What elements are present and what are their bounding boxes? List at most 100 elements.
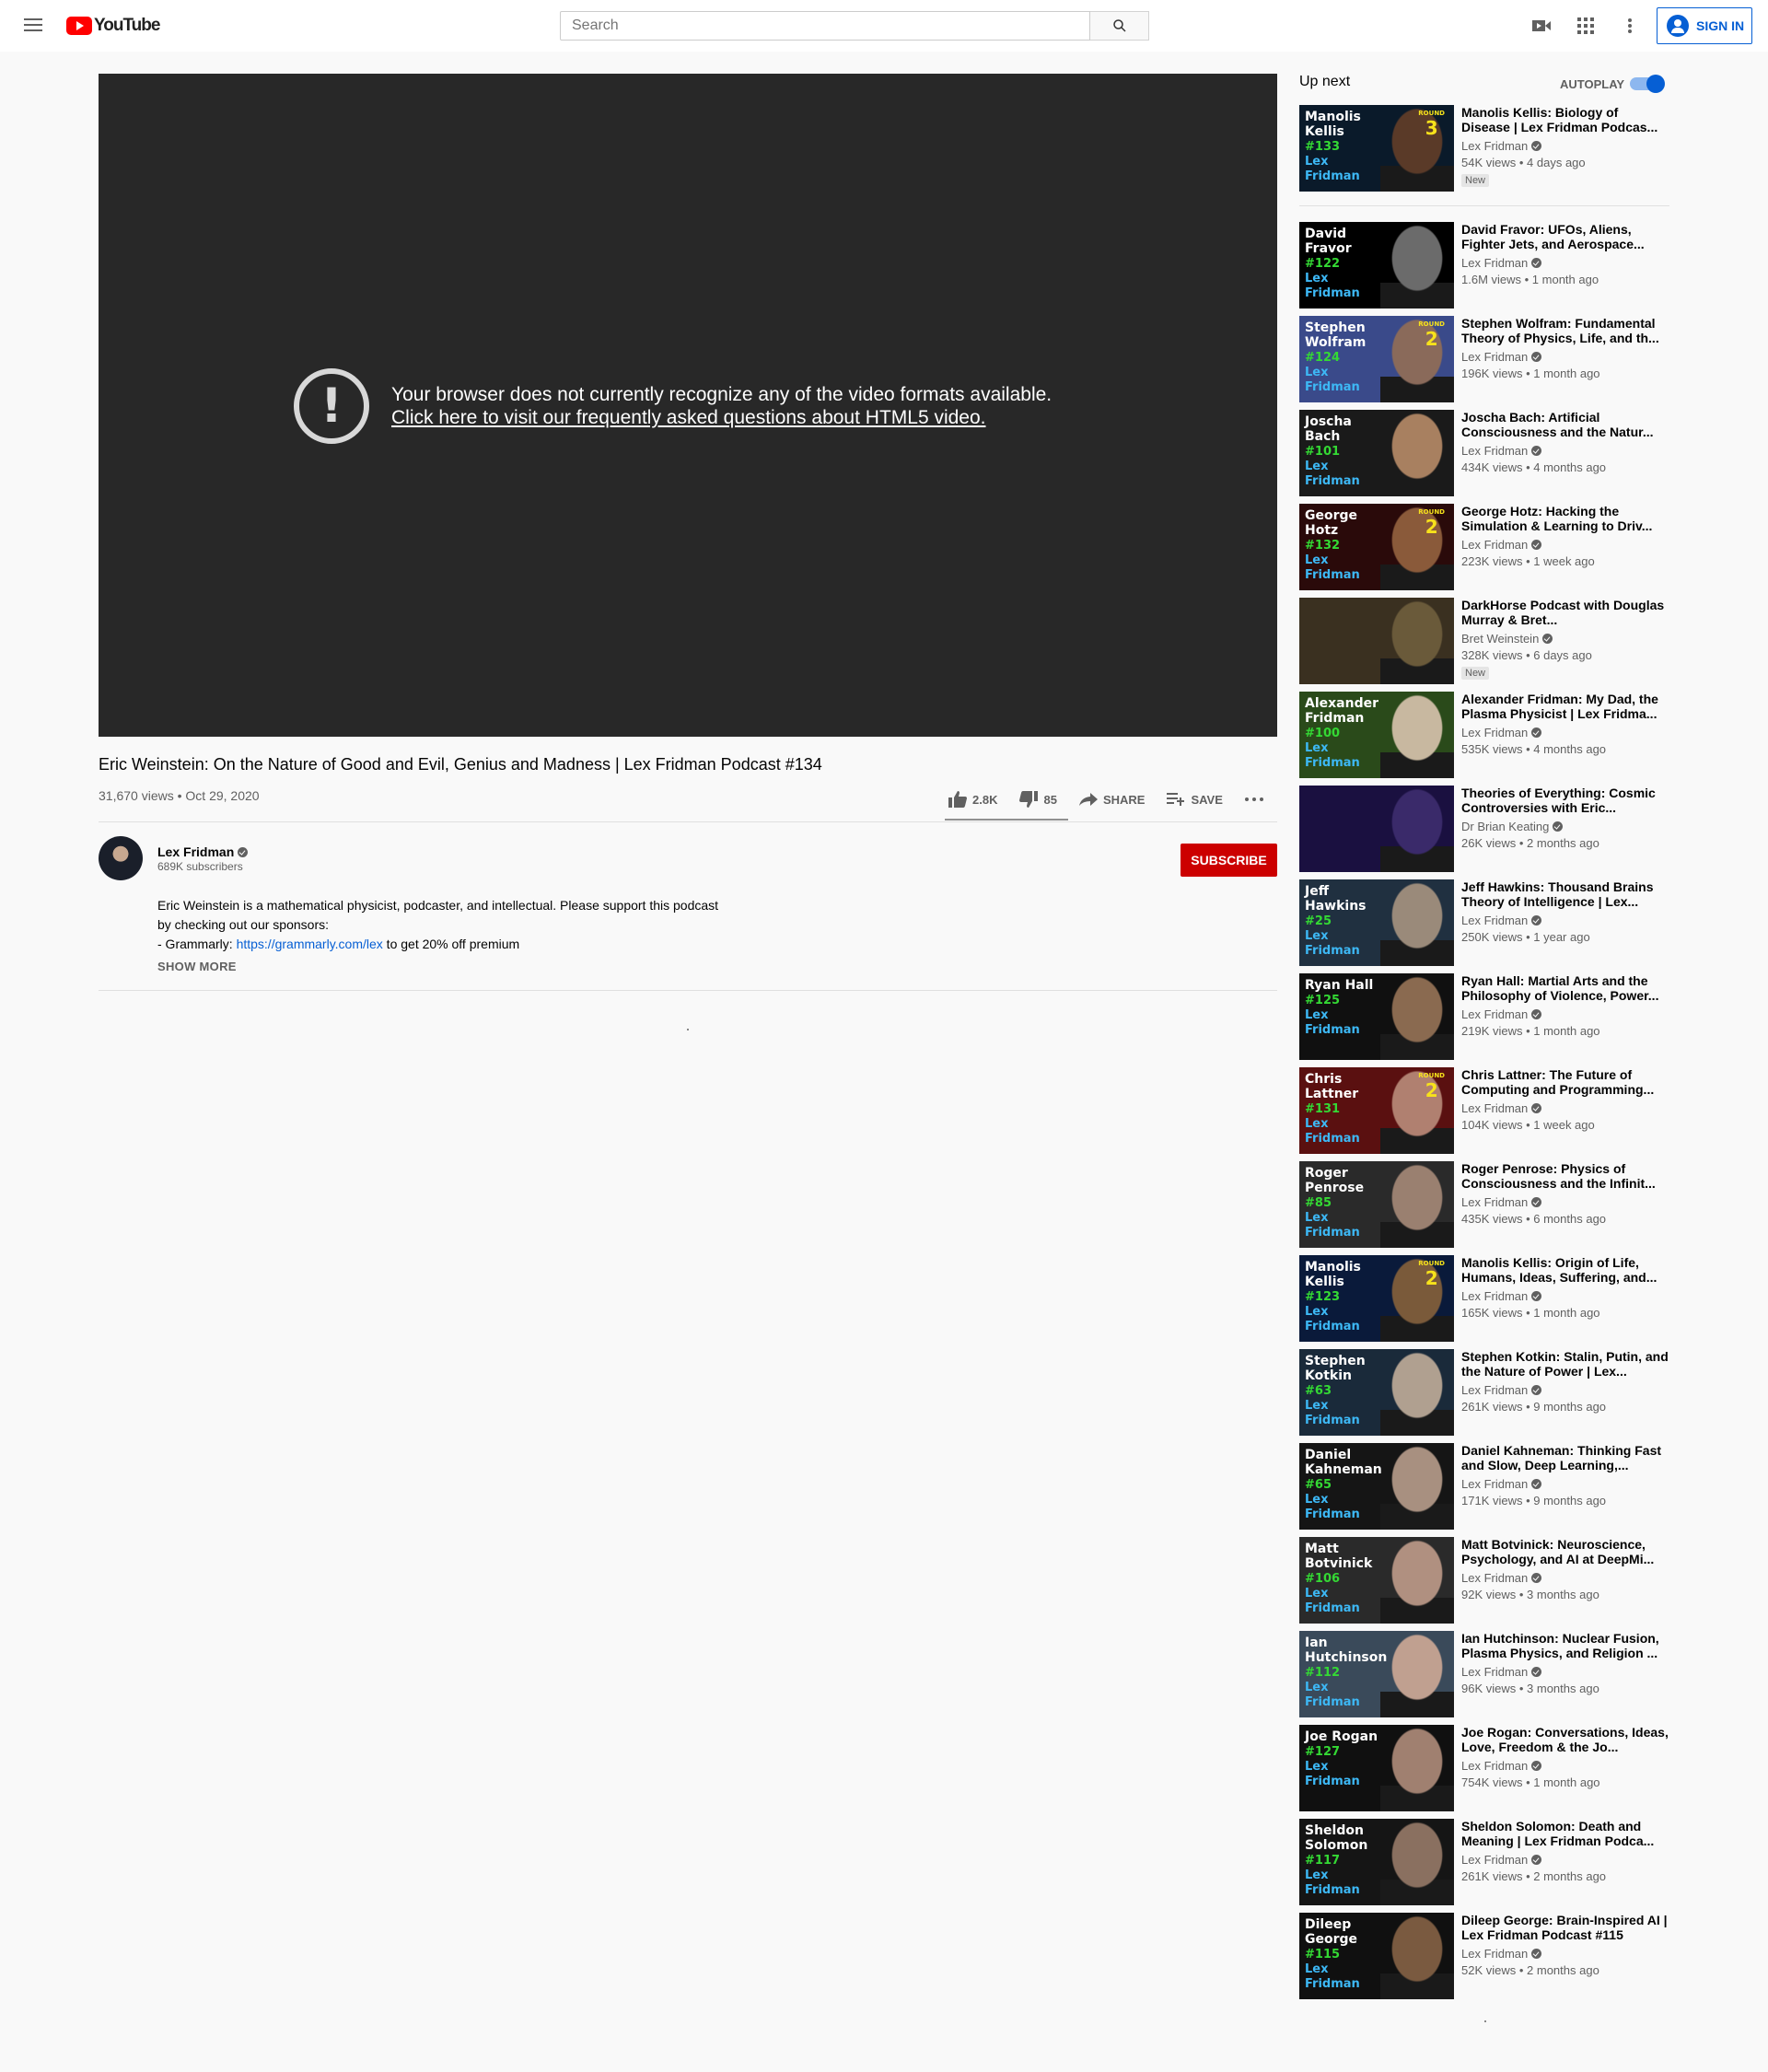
video-title[interactable]: Stephen Kotkin: Stalin, Putin, and the N…: [1461, 1349, 1669, 1379]
related-video-item[interactable]: Roger Penrose #85 Lex Fridman Roger Penrose…: [1299, 1161, 1669, 1248]
video-thumbnail[interactable]: George Hotz #132 Lex Fridman ROUND 2: [1299, 504, 1454, 590]
channel-name[interactable]: Lex Fridman: [157, 844, 249, 859]
video-title[interactable]: Sheldon Solomon: Death and Meaning | Lex…: [1461, 1819, 1669, 1848]
like-button[interactable]: 2.8K: [948, 791, 997, 808]
video-title[interactable]: Ian Hutchinson: Nuclear Fusion, Plasma P…: [1461, 1631, 1669, 1660]
video-title[interactable]: Stephen Wolfram: Fundamental Theory of P…: [1461, 316, 1669, 345]
grammarly-link[interactable]: https://grammarly.com/lex: [237, 937, 383, 951]
video-player[interactable]: ! Your browser does not currently recogn…: [99, 74, 1277, 737]
video-thumbnail[interactable]: Dileep George #115 Lex Fridman: [1299, 1913, 1454, 1999]
video-thumbnail[interactable]: [1299, 786, 1454, 872]
apps-grid-icon[interactable]: [1575, 15, 1597, 37]
channel-link[interactable]: Lex Fridman: [1461, 255, 1669, 272]
channel-link[interactable]: Bret Weinstein: [1461, 631, 1669, 647]
video-thumbnail[interactable]: David Fravor #122 Lex Fridman: [1299, 222, 1454, 308]
search-button[interactable]: [1090, 11, 1149, 41]
channel-link[interactable]: Lex Fridman: [1461, 1758, 1669, 1775]
show-more-button[interactable]: SHOW MORE: [157, 960, 237, 973]
related-video-item[interactable]: Ryan Hall #125 Lex Fridman Ryan Hall: Marti…: [1299, 973, 1669, 1060]
related-video-item[interactable]: George Hotz #132 Lex Fridman ROUND 2 George H…: [1299, 504, 1669, 590]
related-video-item[interactable]: Ian Hutchinson #112 Lex Fridman Ian Hutchin…: [1299, 1631, 1669, 1717]
related-video-item[interactable]: Theories of Everything: Cosmic Controver…: [1299, 786, 1669, 872]
more-actions-icon[interactable]: [1244, 797, 1263, 801]
video-title[interactable]: George Hotz: Hacking the Simulation & Le…: [1461, 504, 1669, 533]
channel-link[interactable]: Lex Fridman: [1461, 1946, 1669, 1962]
video-thumbnail[interactable]: Alexander Fridman #100 Lex Fridman: [1299, 692, 1454, 778]
video-thumbnail[interactable]: Joscha Bach #101 Lex Fridman: [1299, 410, 1454, 496]
video-thumbnail[interactable]: Manolis Kellis #123 Lex Fridman ROUND 2: [1299, 1255, 1454, 1342]
related-video-item[interactable]: Chris Lattner #131 Lex Fridman ROUND 2 Chris …: [1299, 1067, 1669, 1154]
menu-icon[interactable]: [22, 15, 44, 37]
html5-faq-link[interactable]: Click here to visit our frequently asked…: [391, 406, 1052, 429]
related-video-item[interactable]: Matt Botvinick #106 Lex Fridman Matt Botvin…: [1299, 1537, 1669, 1624]
video-thumbnail[interactable]: Chris Lattner #131 Lex Fridman ROUND 2: [1299, 1067, 1454, 1154]
video-thumbnail[interactable]: Ian Hutchinson #112 Lex Fridman: [1299, 1631, 1454, 1717]
video-thumbnail[interactable]: Stephen Wolfram #124 Lex Fridman ROUND 2: [1299, 316, 1454, 402]
youtube-logo[interactable]: YouTube: [66, 16, 160, 36]
related-video-item[interactable]: Manolis Kellis #123 Lex Fridman ROUND 2 Manol…: [1299, 1255, 1669, 1342]
video-thumbnail[interactable]: Daniel Kahneman #65 Lex Fridman: [1299, 1443, 1454, 1530]
channel-link[interactable]: Lex Fridman: [1461, 1852, 1669, 1868]
video-thumbnail[interactable]: Sheldon Solomon #117 Lex Fridman: [1299, 1819, 1454, 1905]
channel-link[interactable]: Lex Fridman: [1461, 1476, 1669, 1493]
video-title[interactable]: Manolis Kellis: Origin of Life, Humans, …: [1461, 1255, 1669, 1285]
related-video-item[interactable]: Dileep George #115 Lex Fridman Dileep Georg…: [1299, 1913, 1669, 1999]
search-input[interactable]: [560, 11, 1090, 41]
related-video-item[interactable]: Jeff Hawkins #25 Lex Fridman Jeff Hawkins: …: [1299, 879, 1669, 966]
video-title[interactable]: Theories of Everything: Cosmic Controver…: [1461, 786, 1669, 815]
video-thumbnail[interactable]: Stephen Kotkin #63 Lex Fridman: [1299, 1349, 1454, 1436]
video-title[interactable]: Roger Penrose: Physics of Consciousness …: [1461, 1161, 1669, 1191]
related-video-item[interactable]: Joscha Bach #101 Lex Fridman Joscha Bach: A…: [1299, 410, 1669, 496]
related-video-item[interactable]: David Fravor #122 Lex Fridman David Fravor:…: [1299, 222, 1669, 308]
channel-link[interactable]: Lex Fridman: [1461, 1288, 1669, 1305]
video-thumbnail[interactable]: [1299, 598, 1454, 684]
channel-link[interactable]: Lex Fridman: [1461, 1570, 1669, 1587]
related-video-item[interactable]: DarkHorse Podcast with Douglas Murray & …: [1299, 598, 1669, 684]
channel-link[interactable]: Lex Fridman: [1461, 725, 1669, 741]
video-title[interactable]: Ryan Hall: Martial Arts and the Philosop…: [1461, 973, 1669, 1003]
video-thumbnail[interactable]: Ryan Hall #125 Lex Fridman: [1299, 973, 1454, 1060]
video-title[interactable]: David Fravor: UFOs, Aliens, Fighter Jets…: [1461, 222, 1669, 251]
dislike-button[interactable]: 85: [1019, 791, 1057, 808]
video-thumbnail[interactable]: Matt Botvinick #106 Lex Fridman: [1299, 1537, 1454, 1624]
related-video-item[interactable]: Stephen Kotkin #63 Lex Fridman Stephen Kotk…: [1299, 1349, 1669, 1436]
video-title[interactable]: Dileep George: Brain-Inspired AI | Lex F…: [1461, 1913, 1669, 1942]
video-title[interactable]: Daniel Kahneman: Thinking Fast and Slow,…: [1461, 1443, 1669, 1473]
create-video-icon[interactable]: [1530, 15, 1553, 37]
related-video-item[interactable]: Joe Rogan #127 Lex Fridman Joe Rogan: Conve…: [1299, 1725, 1669, 1811]
channel-link[interactable]: Lex Fridman: [1461, 443, 1669, 460]
video-title[interactable]: DarkHorse Podcast with Douglas Murray & …: [1461, 598, 1669, 627]
channel-link[interactable]: Lex Fridman: [1461, 1100, 1669, 1117]
video-title[interactable]: Joe Rogan: Conversations, Ideas, Love, F…: [1461, 1725, 1669, 1754]
video-title[interactable]: Chris Lattner: The Future of Computing a…: [1461, 1067, 1669, 1097]
channel-link[interactable]: Lex Fridman: [1461, 1382, 1669, 1399]
related-video-item[interactable]: Sheldon Solomon #117 Lex Fridman Sheldon So…: [1299, 1819, 1669, 1905]
related-video-item[interactable]: Alexander Fridman #100 Lex Fridman Alexande…: [1299, 692, 1669, 778]
autoplay-toggle[interactable]: [1630, 75, 1665, 93]
video-title[interactable]: Joscha Bach: Artificial Consciousness an…: [1461, 410, 1669, 439]
video-thumbnail[interactable]: Joe Rogan #127 Lex Fridman: [1299, 1725, 1454, 1811]
subscribe-button[interactable]: SUBSCRIBE: [1181, 844, 1277, 877]
video-thumbnail[interactable]: Manolis Kellis #133 Lex Fridman ROUND 3: [1299, 105, 1454, 192]
channel-link[interactable]: Lex Fridman: [1461, 138, 1669, 155]
video-thumbnail[interactable]: Jeff Hawkins #25 Lex Fridman: [1299, 879, 1454, 966]
channel-link[interactable]: Dr Brian Keating: [1461, 819, 1669, 835]
related-video-item[interactable]: Daniel Kahneman #65 Lex Fridman Daniel Kahn…: [1299, 1443, 1669, 1530]
channel-link[interactable]: Lex Fridman: [1461, 913, 1669, 929]
channel-link[interactable]: Lex Fridman: [1461, 349, 1669, 366]
video-title[interactable]: Alexander Fridman: My Dad, the Plasma Ph…: [1461, 692, 1669, 721]
channel-avatar[interactable]: [99, 836, 143, 880]
video-title[interactable]: Manolis Kellis: Biology of Disease | Lex…: [1461, 105, 1669, 134]
channel-link[interactable]: Lex Fridman: [1461, 537, 1669, 553]
video-title[interactable]: Jeff Hawkins: Thousand Brains Theory of …: [1461, 879, 1669, 909]
sign-in-button[interactable]: SIGN IN: [1657, 7, 1752, 44]
channel-link[interactable]: Lex Fridman: [1461, 1007, 1669, 1023]
related-video-item[interactable]: Manolis Kellis #133 Lex Fridman ROUND 3 Manol…: [1299, 105, 1669, 192]
share-button[interactable]: SHARE: [1078, 793, 1145, 807]
related-video-item[interactable]: Stephen Wolfram #124 Lex Fridman ROUND 2 Step…: [1299, 316, 1669, 402]
save-button[interactable]: SAVE: [1167, 793, 1223, 807]
video-thumbnail[interactable]: Roger Penrose #85 Lex Fridman: [1299, 1161, 1454, 1248]
more-vert-icon[interactable]: [1619, 15, 1641, 37]
channel-link[interactable]: Lex Fridman: [1461, 1194, 1669, 1211]
video-title[interactable]: Matt Botvinick: Neuroscience, Psychology…: [1461, 1537, 1669, 1566]
